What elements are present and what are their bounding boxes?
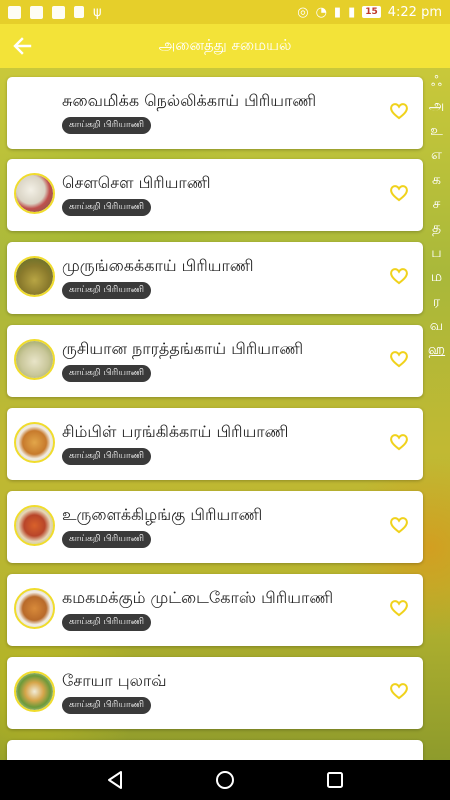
heart-icon[interactable]: [389, 101, 409, 121]
recipe-title: சுவைமிக்க நெல்லிக்காய் பிரியாணி: [62, 91, 317, 110]
index-letter[interactable]: வ: [430, 314, 443, 338]
index-letter[interactable]: ர: [433, 290, 440, 314]
index-letter[interactable]: ஃ: [431, 70, 442, 94]
heart-icon[interactable]: [389, 349, 409, 369]
heart-icon[interactable]: [389, 681, 409, 701]
recipe-thumbnail-image: [16, 341, 53, 378]
alarm-icon: ◎: [297, 4, 309, 20]
recipe-title: ருசியான நாரத்தங்காய் பிரியாணி: [62, 339, 304, 358]
index-letter[interactable]: ம: [431, 265, 442, 289]
heart-icon[interactable]: [389, 515, 409, 535]
index-letter[interactable]: எ: [431, 143, 442, 167]
category-badge: காய்கறி பிரியாணி: [62, 199, 152, 216]
index-letter[interactable]: ச: [433, 192, 441, 216]
recipe-thumbnail: [14, 505, 55, 546]
recipe-thumbnail: [14, 256, 55, 297]
notification-icons: ψ: [8, 5, 102, 20]
recipe-card[interactable]: சுவைமிக்க நெல்லிக்காய் பிரியாணி காய்கறி ப…: [7, 77, 423, 149]
square-recents-icon: [327, 772, 343, 788]
alphabet-index[interactable]: ஃஅஉஎகசதபமரவஹ: [423, 68, 450, 760]
recipe-thumbnail-image: [16, 673, 53, 710]
recipe-card[interactable]: சௌசௌ பிரியாணி காய்கறி பிரியாணி: [7, 159, 423, 231]
circle-home-icon: [216, 771, 234, 789]
sd-card-icon: [74, 6, 84, 18]
status-bar: ψ ◎ ◔ ▮ ▮ 15 4:22 pm: [0, 0, 450, 24]
recipe-card[interactable]: ருசியான நாரத்தங்காய் பிரியாணி காய்கறி பிர…: [7, 325, 423, 397]
back-nav-button[interactable]: [103, 768, 127, 792]
page-title: அனைத்து சமையல்: [158, 36, 292, 54]
back-button[interactable]: [2, 24, 42, 68]
category-badge: காய்கறி பிரியாணி: [62, 697, 152, 714]
index-letter[interactable]: த: [432, 216, 441, 240]
category-badge: காய்கறி பிரியாணி: [62, 365, 152, 382]
recipe-card[interactable]: [7, 740, 423, 760]
category-badge: காய்கறி பிரியாணி: [62, 117, 152, 134]
recipe-title: முருங்கைக்காய் பிரியாணி: [62, 256, 254, 275]
recents-nav-button[interactable]: [323, 768, 347, 792]
recipe-card[interactable]: உருளைக்கிழங்கு பிரியாணி காய்கறி பிரியாணி: [7, 491, 423, 563]
recipe-title: சிம்பிள் பரங்கிக்காய் பிரியாணி: [62, 422, 289, 441]
recipe-title: உருளைக்கிழங்கு பிரியாணி: [62, 505, 263, 524]
recipe-thumbnail-image: [16, 424, 53, 461]
recipe-title: கமகமக்கும் முட்டைகோஸ் பிரியாணி: [62, 588, 334, 607]
heart-icon[interactable]: [389, 432, 409, 452]
category-badge: காய்கறி பிரியாணி: [62, 531, 152, 548]
back-arrow-icon: [13, 37, 32, 55]
recipe-thumbnail: [14, 422, 55, 463]
index-letter[interactable]: ஹ: [428, 338, 445, 362]
sms-notification-icon: [30, 5, 43, 19]
app-bar: அனைத்து சமையல்: [0, 24, 450, 68]
usb-icon: ψ: [93, 4, 102, 20]
recipe-list-screen: சுவைமிக்க நெல்லிக்காய் பிரியாணி காய்கறி ப…: [0, 68, 450, 760]
home-nav-button[interactable]: [213, 768, 237, 792]
heart-icon[interactable]: [389, 598, 409, 618]
recipe-thumbnail: [14, 339, 55, 380]
recipe-card[interactable]: சோயா புலாவ் காய்கறி பிரியாணி: [7, 657, 423, 729]
recipe-thumbnail: [14, 173, 55, 214]
recipe-title: சௌசௌ பிரியாணி: [62, 173, 211, 192]
signal-icon: ▮: [333, 4, 342, 20]
heart-icon[interactable]: [389, 183, 409, 203]
index-letter[interactable]: க: [432, 168, 441, 192]
recipe-thumbnail: [14, 671, 55, 712]
battery-icon: 15: [362, 6, 381, 18]
navigation-bar: [0, 760, 450, 800]
category-badge: காய்கறி பிரியாணி: [62, 282, 152, 299]
index-letter[interactable]: அ: [429, 94, 445, 118]
triangle-back-icon: [108, 771, 122, 789]
heart-icon[interactable]: [389, 266, 409, 286]
system-icons: ◎ ◔ ▮ ▮ 15 4:22 pm: [297, 5, 442, 20]
app-notification-icon: [8, 5, 21, 19]
signal-icon: ▮: [348, 4, 356, 20]
category-badge: காய்கறி பிரியாணி: [62, 614, 152, 631]
recipe-thumbnail-image: [16, 590, 53, 627]
recipe-card[interactable]: சிம்பிள் பரங்கிக்காய் பிரியாணி காய்கறி பி…: [7, 408, 423, 480]
recipe-card[interactable]: முருங்கைக்காய் பிரியாணி காய்கறி பிரியாணி: [7, 242, 423, 314]
status-time: 4:22 pm: [387, 4, 442, 20]
index-letter[interactable]: உ: [430, 119, 443, 143]
recipe-thumbnail: [14, 588, 55, 629]
recipe-thumbnail-image: [16, 258, 53, 295]
recipe-thumbnail-image: [16, 507, 53, 544]
gallery-notification-icon: [52, 5, 65, 19]
category-badge: காய்கறி பிரியாணி: [62, 448, 152, 465]
recipe-card[interactable]: கமகமக்கும் முட்டைகோஸ் பிரியாணி காய்கறி பி…: [7, 574, 423, 646]
recipe-title: சோயா புலாவ்: [62, 671, 167, 690]
recipe-thumbnail-image: [16, 175, 53, 212]
wifi-icon: ◔: [315, 4, 327, 20]
index-letter[interactable]: ப: [431, 241, 441, 265]
